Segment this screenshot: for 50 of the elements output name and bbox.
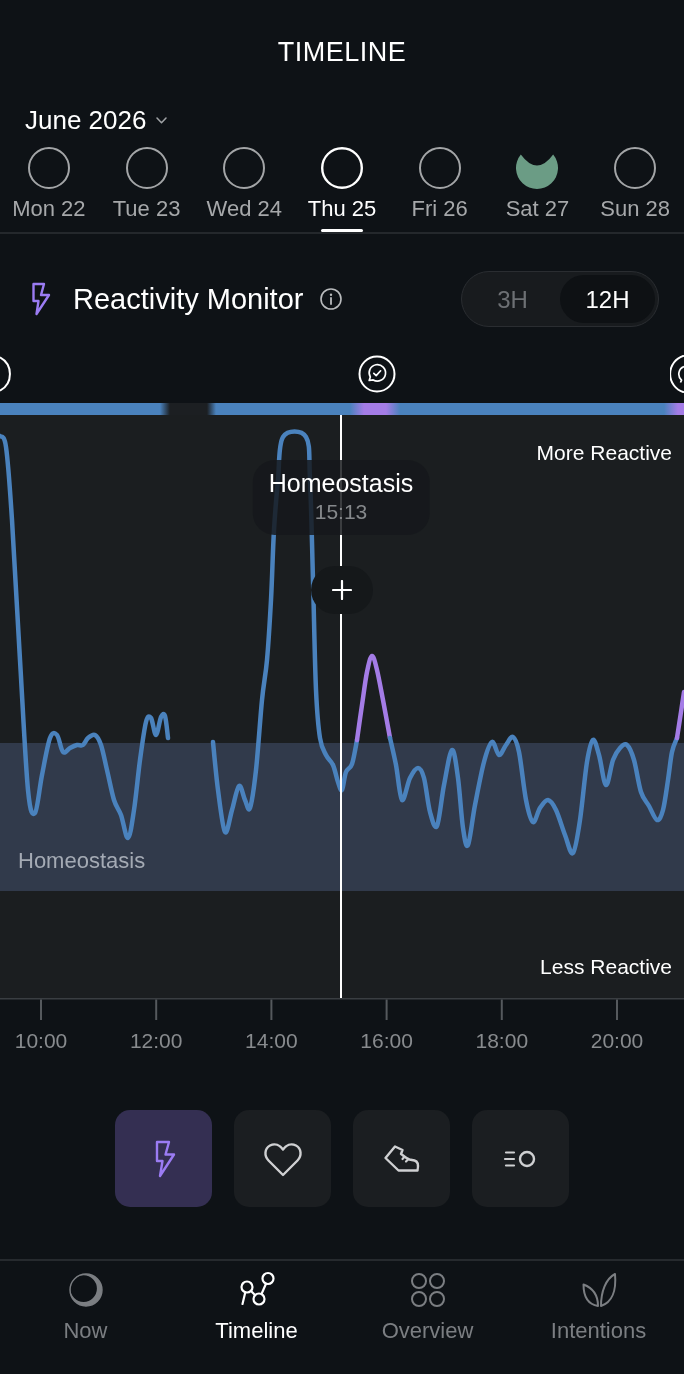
plus-icon	[332, 580, 352, 600]
axis-tick	[155, 998, 158, 1021]
day-ring-icon	[321, 146, 363, 189]
axis-tick	[40, 998, 42, 1021]
time-label: 20:00	[590, 1028, 644, 1054]
chevron-down-icon	[156, 116, 168, 124]
event-marker-icon	[670, 355, 684, 393]
tooltip-title: Homeostasis	[268, 468, 414, 498]
tooltip-time: 15:13	[314, 499, 368, 525]
screen-title: TIMELINE	[277, 36, 407, 68]
day-tab[interactable]: Mon 22	[0, 146, 98, 232]
axis-label: More Reactive	[536, 440, 672, 466]
metric-button[interactable]	[353, 1110, 450, 1207]
day-ring-icon	[125, 146, 168, 189]
axis-tick	[616, 998, 618, 1021]
time-label: 18:00	[475, 1028, 529, 1054]
nav-tab[interactable]: Timeline	[171, 1261, 342, 1374]
day-tab[interactable]: Sun 28	[586, 146, 684, 232]
time-label: 12:00	[129, 1028, 183, 1054]
nav-tab[interactable]: Overview	[342, 1261, 513, 1374]
day-tab[interactable]: Tue 23	[97, 146, 196, 232]
section-title: Reactivity Monitor	[73, 282, 304, 316]
month-picker[interactable]: June 2026	[25, 104, 168, 136]
day-tab[interactable]: Fri 26	[390, 146, 489, 232]
day-tab[interactable]: Wed 24	[195, 146, 294, 232]
metric-button[interactable]	[115, 1110, 212, 1207]
day-ring-icon	[223, 146, 266, 189]
four-circles-icon	[408, 1271, 447, 1309]
day-ring-icon	[27, 146, 70, 189]
time-label: 10:00	[14, 1028, 68, 1054]
axis-tick	[270, 998, 273, 1021]
range-tab[interactable]: 12H	[560, 275, 655, 323]
zone-label: Homeostasis	[18, 848, 146, 874]
axis-tick	[385, 998, 388, 1021]
day-ring-icon	[418, 146, 461, 189]
day-tab[interactable]: Sat 27	[488, 146, 587, 232]
event-marker-icon	[0, 355, 11, 393]
axis-label: Less Reactive	[540, 954, 672, 980]
crescent-icon	[66, 1271, 105, 1309]
chat-check-icon	[358, 355, 396, 393]
nav-tab[interactable]: Now	[0, 1261, 171, 1374]
time-label: 14:00	[245, 1028, 298, 1054]
axis-tick	[500, 998, 503, 1021]
day-ring-icon	[614, 146, 657, 189]
day-tab[interactable]: Thu 25	[293, 146, 391, 232]
metric-button[interactable]	[234, 1110, 331, 1207]
nav-tab[interactable]: Intentions	[513, 1261, 684, 1374]
info-icon[interactable]	[320, 288, 343, 310]
time-label: 16:00	[360, 1028, 413, 1054]
lightning-icon	[29, 282, 53, 316]
